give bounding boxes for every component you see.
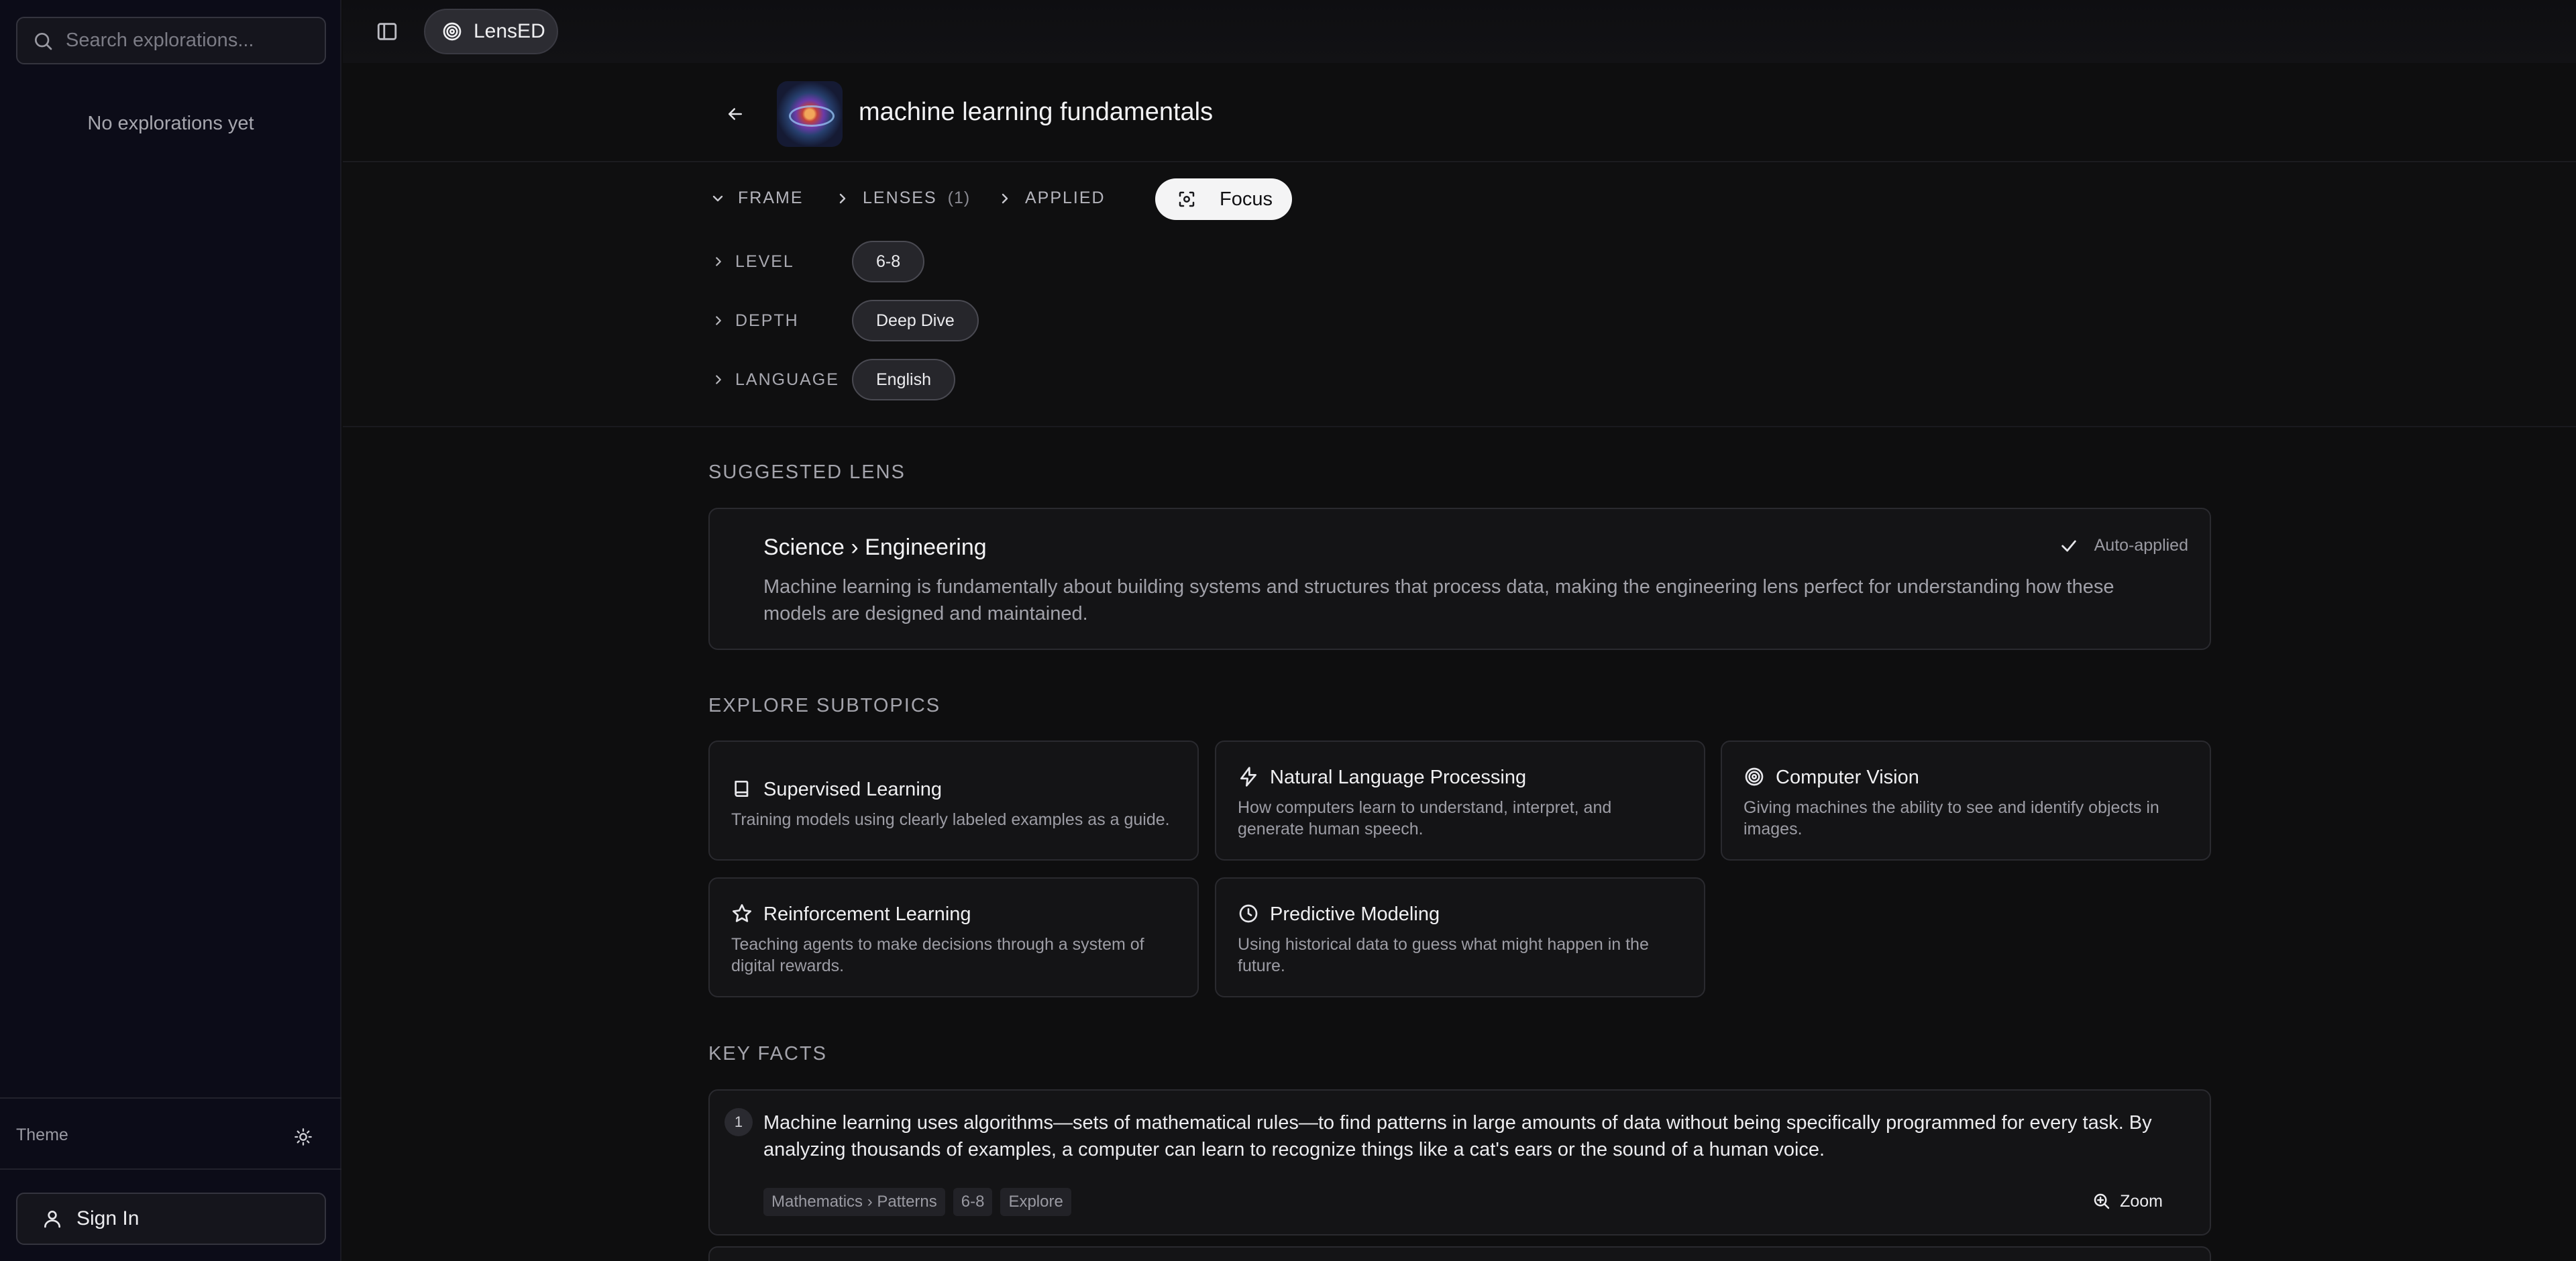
brand-button[interactable]: LensED bbox=[424, 9, 558, 54]
lens-title: Science › Engineering bbox=[763, 535, 987, 560]
theme-label: Theme bbox=[16, 1126, 68, 1144]
subtopic-description: How computers learn to understand, inter… bbox=[1238, 798, 1612, 838]
sign-in-button[interactable]: Sign In bbox=[16, 1193, 326, 1245]
zoom-label: Zoom bbox=[2120, 1191, 2163, 1211]
sidebar-divider bbox=[0, 1097, 341, 1099]
check-icon bbox=[2061, 540, 2076, 551]
chevron-right-icon bbox=[1002, 193, 1008, 203]
tab-frame[interactable]: FRAME bbox=[710, 188, 804, 208]
clock-icon bbox=[1239, 904, 1258, 923]
book-icon bbox=[735, 781, 749, 797]
subtopic-description: Using historical data to guess what migh… bbox=[1238, 935, 1649, 975]
language-toggle[interactable]: LANGUAGE bbox=[711, 370, 852, 390]
frame-panel bbox=[343, 164, 2576, 427]
search-box[interactable] bbox=[16, 17, 326, 64]
sidebar-divider bbox=[0, 1168, 341, 1170]
target-icon bbox=[1745, 767, 1764, 786]
subtopic-description: Giving machines the ability to see and i… bbox=[1743, 798, 2159, 838]
lenses-count: (1) bbox=[947, 188, 971, 207]
subtopic-description: Training models using clearly labeled ex… bbox=[731, 810, 1170, 829]
fact-number: 1 bbox=[724, 1108, 753, 1136]
theme-toggle-button[interactable] bbox=[290, 1123, 317, 1150]
subtopic-card[interactable]: Supervised Learning Training models usin… bbox=[708, 741, 1199, 861]
fact-tags: Mathematics › Patterns 6-8 Explore bbox=[763, 1188, 1071, 1216]
tab-lenses-label: LENSES bbox=[863, 188, 937, 207]
top-bar bbox=[343, 0, 2576, 63]
subtopics-heading: EXPLORE SUBTOPICS bbox=[708, 695, 941, 716]
frame-row-language: LANGUAGE English bbox=[711, 359, 955, 400]
subtopic-title: Computer Vision bbox=[1776, 767, 1919, 788]
lightning-icon bbox=[1240, 767, 1256, 787]
sign-in-label: Sign In bbox=[76, 1207, 140, 1229]
subtopic-card[interactable]: Predictive Modeling Using historical dat… bbox=[1215, 877, 1705, 997]
key-fact-card bbox=[708, 1246, 2211, 1261]
tab-applied-label: APPLIED bbox=[1025, 188, 1106, 207]
subtopic-card[interactable]: Natural Language Processing How computer… bbox=[1215, 741, 1705, 861]
level-toggle[interactable]: LEVEL bbox=[711, 252, 852, 272]
subtopic-description: Teaching agents to make decisions throug… bbox=[731, 935, 1144, 975]
focus-icon bbox=[1179, 191, 1195, 207]
subtopic-card[interactable]: Computer Vision Giving machines the abil… bbox=[1721, 741, 2211, 861]
user-icon bbox=[44, 1211, 60, 1228]
sun-icon bbox=[294, 1128, 312, 1146]
page-header bbox=[343, 63, 2576, 162]
chevron-right-icon bbox=[716, 316, 721, 325]
tab-applied[interactable]: APPLIED bbox=[997, 188, 1106, 208]
language-label: LANGUAGE bbox=[735, 370, 839, 389]
exploration-thumbnail bbox=[777, 81, 843, 147]
fact-text: Machine learning uses algorithms—sets of… bbox=[763, 1112, 2152, 1160]
subtopic-title: Supervised Learning bbox=[763, 779, 943, 800]
subtopic-title: Reinforcement Learning bbox=[763, 903, 971, 925]
back-button[interactable] bbox=[722, 101, 749, 127]
lens-description: Machine learning is fundamentally about … bbox=[763, 576, 2114, 624]
zoom-in-icon bbox=[2094, 1193, 2110, 1209]
depth-toggle[interactable]: DEPTH bbox=[711, 311, 852, 331]
subtopic-card[interactable]: Reinforcement Learning Teaching agents t… bbox=[708, 877, 1199, 997]
chevron-right-icon bbox=[716, 257, 721, 266]
tab-lenses[interactable]: LENSES (1) bbox=[835, 188, 970, 208]
chevron-right-icon bbox=[716, 375, 721, 384]
focus-button[interactable]: Focus bbox=[1155, 178, 1292, 220]
language-chip[interactable]: English bbox=[852, 359, 955, 400]
fact-tag[interactable]: 6-8 bbox=[953, 1188, 993, 1216]
sidebar: No explorations yet Theme Sign In bbox=[0, 0, 341, 1261]
suggested-lens-heading: SUGGESTED LENS bbox=[708, 461, 906, 483]
fact-tag[interactable]: Explore bbox=[1000, 1188, 1071, 1216]
fact-tag[interactable]: Mathematics › Patterns bbox=[763, 1188, 945, 1216]
auto-applied-status: Auto-applied bbox=[2059, 536, 2188, 555]
empty-explorations-message: No explorations yet bbox=[87, 113, 254, 134]
brand-name: LensED bbox=[474, 20, 545, 42]
frame-row-level: LEVEL 6-8 bbox=[711, 241, 925, 282]
arrow-left-icon bbox=[729, 108, 742, 120]
zoom-button[interactable]: Zoom bbox=[2092, 1191, 2163, 1211]
search-input[interactable] bbox=[66, 30, 321, 52]
level-label: LEVEL bbox=[735, 252, 794, 271]
search-icon bbox=[35, 32, 52, 50]
key-fact-card: 1 Machine learning uses algorithms—sets … bbox=[708, 1089, 2211, 1236]
target-icon bbox=[443, 22, 462, 41]
sidebar-panel-icon bbox=[377, 23, 397, 40]
subtopic-title: Predictive Modeling bbox=[1270, 903, 1440, 925]
level-chip[interactable]: 6-8 bbox=[852, 241, 925, 282]
star-icon bbox=[733, 904, 751, 922]
key-facts-heading: KEY FACTS bbox=[708, 1043, 828, 1064]
subtopic-title: Natural Language Processing bbox=[1270, 767, 1527, 788]
chevron-down-icon bbox=[712, 195, 723, 201]
depth-chip[interactable]: Deep Dive bbox=[852, 300, 979, 341]
sidebar-toggle-button[interactable] bbox=[376, 20, 398, 43]
tab-frame-label: FRAME bbox=[738, 188, 804, 207]
auto-applied-label: Auto-applied bbox=[2094, 536, 2188, 555]
frame-row-depth: DEPTH Deep Dive bbox=[711, 300, 979, 341]
page-title: machine learning fundamentals bbox=[859, 98, 1214, 126]
depth-label: DEPTH bbox=[735, 311, 799, 330]
chevron-right-icon bbox=[839, 193, 846, 203]
focus-button-label: Focus bbox=[1220, 188, 1273, 210]
suggested-lens-card[interactable]: Science › Engineering Auto-applied Machi… bbox=[708, 508, 2211, 650]
